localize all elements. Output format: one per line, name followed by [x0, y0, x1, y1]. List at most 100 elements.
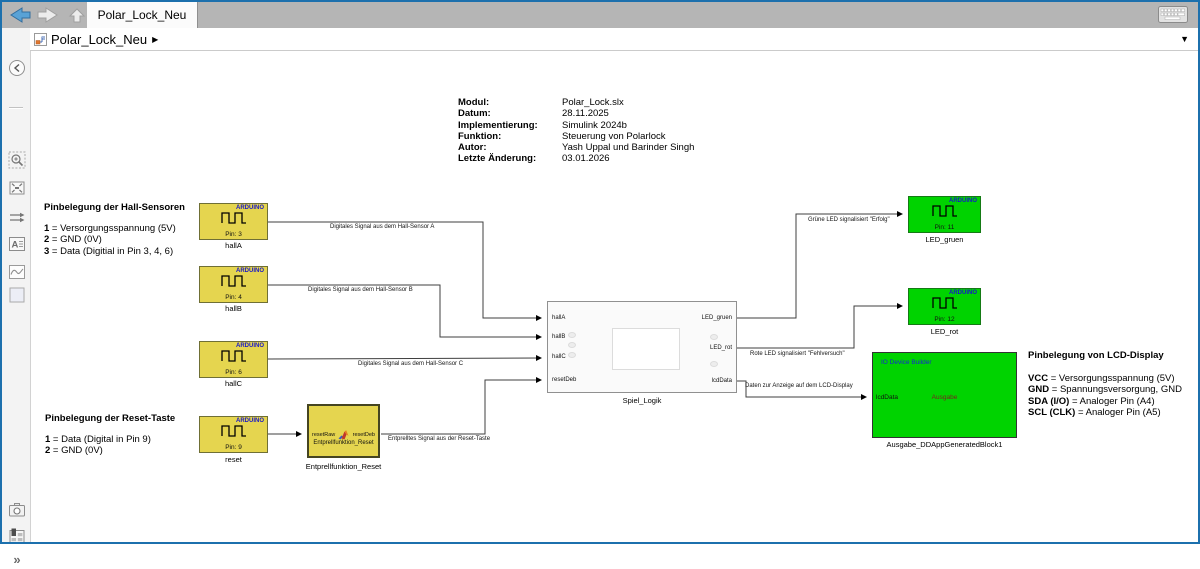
block-hallC[interactable]: ARDUINO Pin: 6 — [199, 341, 268, 378]
signal-wires[interactable] — [0, 0, 1200, 544]
signal-label: Daten zur Anzeige auf dem LCD-Display — [745, 383, 853, 389]
input-port-label: hallB — [552, 334, 565, 340]
screenshot-button[interactable] — [7, 500, 27, 520]
block-inner-label: Entprellfunktion_Reset — [309, 440, 378, 446]
wire-resetDeb — [381, 380, 541, 434]
forward-arrow-icon — [36, 6, 60, 24]
keyboard-icon[interactable] — [1158, 6, 1188, 23]
output-port-label: LED_gruen — [702, 315, 732, 321]
block-reset[interactable]: ARDUINO Pin: 9 — [199, 416, 268, 453]
up-arrow-icon — [65, 6, 89, 24]
port-circle — [568, 342, 576, 348]
reset-pinout-annotation: Pinbelegung der Reset-Taste 1 = Data (Di… — [45, 413, 175, 457]
port-circle — [568, 332, 576, 338]
input-port-label: hallC — [552, 354, 566, 360]
port-label-in: resetRaw — [312, 432, 335, 438]
breadcrumb[interactable]: Polar_Lock_Neu — [51, 32, 147, 47]
square-wave-icon — [931, 295, 959, 309]
io-device-builder-label: IO Device Builder — [881, 359, 932, 366]
port-circle — [568, 352, 576, 358]
signal-label: Digitales Signal aus dem Hall-Sensor A — [330, 224, 434, 230]
model-icon — [34, 33, 47, 46]
image-icon — [8, 263, 26, 281]
svg-text:A: A — [12, 240, 19, 251]
fit-to-view-button[interactable] — [7, 178, 27, 198]
breadcrumb-caret-icon: ▶ — [152, 35, 158, 44]
back-arrow-icon — [8, 6, 32, 24]
circle-arrow-icon — [8, 59, 26, 77]
signal-label: Entprelltes Signal aus der Reset-Taste — [388, 436, 490, 442]
hall-pinout-annotation: Pinbelegung der Hall-Sensoren 1 = Versor… — [44, 202, 185, 257]
camera-icon — [8, 501, 26, 519]
matlab-logo-icon — [338, 430, 349, 440]
area-box-button[interactable] — [7, 285, 27, 305]
block-name: Spiel_Logik — [547, 396, 737, 405]
fit-to-view-icon — [8, 179, 26, 197]
square-wave-icon — [931, 203, 959, 217]
expand-toolbar-button[interactable]: » — [7, 549, 27, 569]
pin-label: Pin: 11 — [909, 224, 980, 231]
square-wave-icon — [220, 348, 248, 362]
annotation-icon: A — [8, 235, 26, 253]
block-hallB[interactable]: ARDUINO Pin: 4 — [199, 266, 268, 303]
square-wave-icon — [220, 273, 248, 287]
library-button[interactable] — [7, 526, 27, 546]
block-name: hallA — [199, 241, 268, 250]
block-center-label: Ausgabe — [873, 394, 1016, 401]
block-name: Entprellfunktion_Reset — [287, 462, 400, 471]
tab-label: Polar_Lock_Neu — [98, 8, 187, 22]
block-spiel-logik[interactable]: hallA hallB hallC resetDeb LED_gruen LED… — [547, 301, 737, 393]
dropdown-arrow-icon[interactable]: ▼ — [1180, 34, 1189, 44]
breadcrumb-bar: Polar_Lock_Neu ▶ ▼ — [30, 28, 1198, 51]
library-icon — [8, 527, 26, 545]
up-button[interactable] — [65, 6, 89, 25]
port-circle — [710, 361, 718, 367]
block-hallA[interactable]: ARDUINO Pin: 3 — [199, 203, 268, 240]
left-toolbar: A » — [2, 28, 31, 542]
input-port-label: resetDeb — [552, 377, 576, 383]
square-wave-icon — [220, 423, 248, 437]
annotation-button[interactable]: A — [7, 234, 27, 254]
block-led-rot[interactable]: ARDUINO Pin: 12 — [908, 288, 981, 325]
wire-hallA — [268, 222, 541, 318]
signal-label: Grüne LED signalisiert "Erfolg" — [808, 217, 890, 223]
pin-label: Pin: 9 — [200, 444, 267, 451]
route-signals-button[interactable] — [7, 208, 27, 228]
block-name: hallC — [199, 379, 268, 388]
signal-label: Rote LED signalisiert "Fehlversuch" — [750, 351, 845, 357]
output-port-label: LED_rot — [710, 345, 732, 351]
hide-explorer-button[interactable] — [7, 58, 27, 78]
port-circle — [710, 334, 718, 340]
output-port-label: lcdData — [712, 378, 732, 384]
pin-label: Pin: 12 — [909, 316, 980, 323]
subsystem-preview — [612, 328, 680, 370]
square-wave-icon — [220, 210, 248, 224]
port-label-out: resetDeb — [353, 432, 375, 438]
input-port-label: hallA — [552, 315, 565, 321]
image-button[interactable] — [7, 262, 27, 282]
model-info-annotation: Modul:Polar_Lock.slx Datum:28.11.2025 Im… — [458, 97, 694, 165]
block-led-gruen[interactable]: ARDUINO Pin: 11 — [908, 196, 981, 233]
pin-label: Pin: 4 — [200, 294, 267, 301]
block-name: hallB — [199, 304, 268, 313]
lcd-pinout-annotation: Pinbelegung von LCD-Display VCC = Versor… — [1028, 350, 1182, 419]
zoom-icon — [8, 151, 26, 169]
signal-label: Digitales Signal aus dem Hall-Sensor C — [358, 361, 463, 367]
block-name: Ausgabe_DDAppGeneratedBlock1 — [872, 440, 1017, 449]
back-button[interactable] — [8, 6, 32, 25]
block-entprellfunktion-reset[interactable]: resetRaw resetDeb Entprellfunktion_Reset — [307, 404, 380, 458]
pin-label: Pin: 6 — [200, 369, 267, 376]
wire-led-gruen — [737, 214, 902, 318]
block-ausgabe[interactable]: IO Device Builder lcdData Ausgabe — [872, 352, 1017, 438]
pin-label: Pin: 3 — [200, 231, 267, 238]
signal-label: Digitales Signal aus dem Hall-Sensor B — [308, 287, 413, 293]
double-arrow-icon — [8, 209, 26, 227]
wire-led-rot — [737, 306, 902, 348]
zoom-button[interactable] — [7, 150, 27, 170]
tab-bar: Polar_Lock_Neu — [2, 2, 1198, 28]
forward-button[interactable] — [36, 6, 60, 25]
tab-polar-lock-neu[interactable]: Polar_Lock_Neu — [87, 2, 198, 28]
area-box-icon — [8, 286, 26, 304]
wire-hallC — [268, 358, 541, 359]
block-name: LED_gruen — [908, 235, 981, 244]
